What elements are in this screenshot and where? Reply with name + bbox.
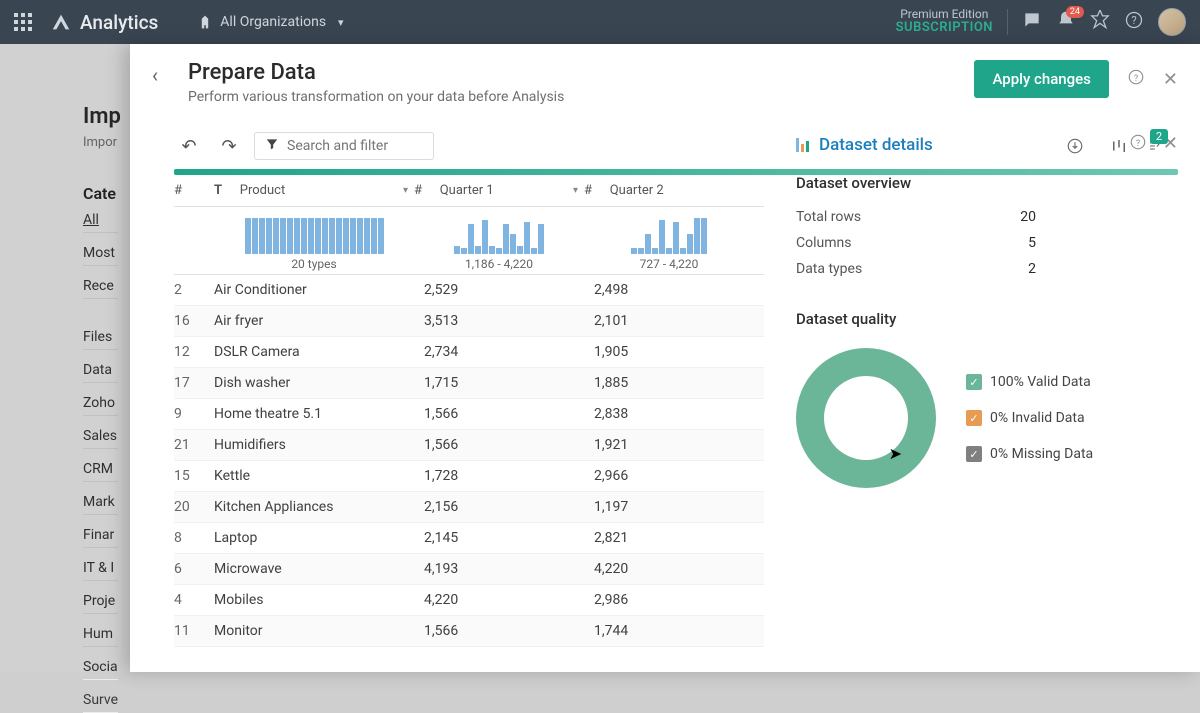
- help-icon[interactable]: ?: [1124, 10, 1144, 34]
- panel-title: Prepare Data: [188, 60, 564, 85]
- legend-item: ✓0% Missing Data: [966, 446, 1093, 462]
- details-help-icon[interactable]: ?: [1129, 133, 1147, 156]
- svg-text:?: ?: [1131, 14, 1136, 27]
- prepare-data-panel: ‹ Prepare Data Perform various transform…: [130, 44, 1200, 672]
- bg-category-item[interactable]: Surve: [83, 692, 118, 713]
- table-row[interactable]: 12DSLR Camera2,7341,905: [174, 337, 764, 368]
- legend-item: ✓100% Valid Data: [966, 374, 1093, 390]
- col-product[interactable]: T Product▾: [214, 183, 414, 198]
- histogram-q1: [454, 214, 544, 254]
- panel-close-icon[interactable]: ✕: [1163, 69, 1178, 90]
- panel-help-icon[interactable]: ?: [1127, 68, 1145, 91]
- table-row[interactable]: 11Monitor1,5661,744: [174, 616, 764, 647]
- quality-heading: Dataset quality: [796, 310, 1178, 328]
- stat-row: Data types2: [796, 256, 1036, 282]
- undo-button[interactable]: ↶: [174, 131, 204, 161]
- table-row[interactable]: 6Microwave4,1934,220: [174, 554, 764, 585]
- table-row[interactable]: 21Humidifiers1,5661,921: [174, 430, 764, 461]
- top-nav: Analytics All Organizations ▾ Premium Ed…: [0, 0, 1200, 44]
- histogram-row: 20 types 1,186 - 4,220 727 - 4,220: [174, 207, 764, 275]
- table-row[interactable]: 8Laptop2,1452,821: [174, 523, 764, 554]
- notifications-icon[interactable]: 24: [1056, 10, 1076, 34]
- notification-badge: 24: [1066, 6, 1084, 18]
- divider: [1007, 9, 1008, 35]
- legend-item: ✓0% Invalid Data: [966, 410, 1093, 426]
- steps-badge: 2: [1150, 129, 1168, 144]
- filter-icon: [265, 137, 279, 155]
- panel-subtitle: Perform various transformation on your d…: [188, 89, 564, 105]
- search-field[interactable]: [287, 138, 417, 154]
- details-icon: [796, 138, 809, 152]
- details-title: Dataset details: [819, 135, 933, 155]
- table-row[interactable]: 16Air fryer3,5132,101: [174, 306, 764, 337]
- col-index[interactable]: #: [174, 183, 214, 198]
- table-row[interactable]: 20Kitchen Appliances2,1561,197: [174, 492, 764, 523]
- quality-donut-chart: [796, 348, 936, 488]
- org-label: All Organizations: [220, 14, 326, 30]
- histogram-q2: [631, 214, 707, 254]
- search-filter-input[interactable]: [254, 132, 434, 160]
- quality-legend: ✓100% Valid Data ✓0% Invalid Data ✓0% Miss…: [966, 374, 1093, 462]
- redo-button[interactable]: ↷: [214, 131, 244, 161]
- col-quarter-2[interactable]: # Quarter 2: [584, 183, 754, 198]
- product-name: Analytics: [80, 11, 158, 34]
- table-row[interactable]: 17Dish washer1,7151,885: [174, 368, 764, 399]
- settings-icon[interactable]: [1090, 10, 1110, 34]
- stat-row: Columns5: [796, 230, 1036, 256]
- table-row[interactable]: 9Home theatre 5.11,5662,838: [174, 399, 764, 430]
- user-avatar[interactable]: [1158, 8, 1186, 36]
- chevron-down-icon: ▾: [338, 16, 344, 29]
- svg-text:?: ?: [1136, 139, 1140, 149]
- table-row[interactable]: 4Mobiles4,2202,986: [174, 585, 764, 616]
- table-header: # T Product▾ # Quarter 1▾ # Quarter 2: [174, 175, 764, 207]
- apps-grid-icon[interactable]: [14, 13, 32, 31]
- data-table: # T Product▾ # Quarter 1▾ # Quarter 2 20…: [174, 175, 764, 647]
- analytics-logo-icon: [50, 11, 72, 33]
- steps-icon[interactable]: 2: [1148, 131, 1178, 161]
- edition-label[interactable]: Premium Edition SUBSCRIPTION: [896, 8, 993, 35]
- back-button[interactable]: ‹: [152, 63, 174, 85]
- histogram-product: [245, 214, 384, 254]
- details-pane: Dataset details ? ✕ Dataset overview Tot…: [764, 175, 1200, 647]
- table-row[interactable]: 2Air Conditioner2,5292,498: [174, 275, 764, 306]
- org-switcher[interactable]: All Organizations ▾: [198, 14, 343, 30]
- chevron-down-icon: ▾: [573, 185, 578, 196]
- chat-icon[interactable]: [1022, 10, 1042, 34]
- chevron-down-icon: ▾: [403, 185, 408, 196]
- building-icon: [198, 14, 212, 30]
- col-quarter-1[interactable]: # Quarter 1▾: [414, 183, 584, 198]
- stat-row: Total rows20: [796, 204, 1036, 230]
- apply-changes-button[interactable]: Apply changes: [974, 60, 1108, 98]
- svg-text:?: ?: [1134, 73, 1138, 83]
- product-logo[interactable]: Analytics: [50, 11, 158, 34]
- table-row[interactable]: 15Kettle1,7282,966: [174, 461, 764, 492]
- overview-heading: Dataset overview: [796, 174, 1178, 192]
